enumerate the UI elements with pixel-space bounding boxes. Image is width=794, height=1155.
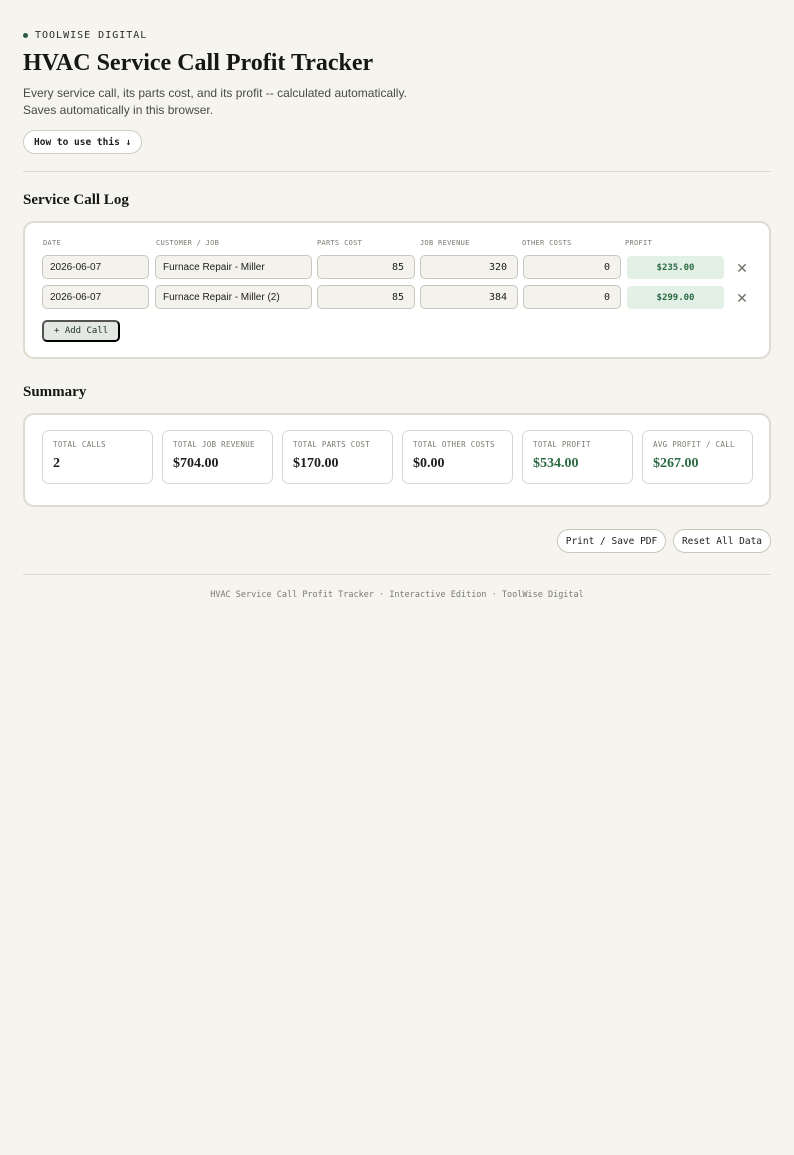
footer-divider xyxy=(23,574,771,575)
stat-label: TOTAL PARTS COST xyxy=(293,440,371,449)
stat-total-profit: TOTAL PROFIT $534.00 xyxy=(522,430,633,484)
stat-label: AVG PROFIT / CALL xyxy=(653,440,735,449)
stat-value: 2 xyxy=(53,456,60,471)
other-costs-input[interactable]: 0 xyxy=(523,285,621,309)
stat-value: $534.00 xyxy=(533,456,579,471)
date-input[interactable]: 2026-06-07 xyxy=(42,285,149,309)
page-title: HVAC Service Call Profit Tracker xyxy=(23,50,374,76)
brand-name: TOOLWISE DIGITAL xyxy=(35,30,148,41)
stat-value: $170.00 xyxy=(293,456,339,471)
profit-value: $299.00 xyxy=(627,286,724,309)
remove-row-icon[interactable]: ✕ xyxy=(735,291,749,305)
column-header-other-costs: OTHER COSTS xyxy=(522,239,572,247)
stat-label: TOTAL CALLS xyxy=(53,440,106,449)
how-to-use-button[interactable]: How to use this ↓ xyxy=(23,130,143,154)
column-header-job-revenue: JOB REVENUE xyxy=(420,239,470,247)
footer-text: HVAC Service Call Profit Tracker · Inter… xyxy=(210,590,584,600)
other-costs-input[interactable]: 0 xyxy=(523,255,621,279)
summary-card: TOTAL CALLS 2 TOTAL JOB REVENUE $704.00 … xyxy=(23,413,771,507)
stat-avg-profit-per-call: AVG PROFIT / CALL $267.00 xyxy=(642,430,753,484)
stat-label: TOTAL PROFIT xyxy=(533,440,591,449)
column-header-profit: PROFIT xyxy=(625,239,653,247)
print-save-pdf-button[interactable]: Print / Save PDF xyxy=(557,529,666,553)
log-section-title: Service Call Log xyxy=(23,192,129,208)
header-divider xyxy=(23,171,771,172)
stat-value: $267.00 xyxy=(653,456,699,471)
brand-dot-icon xyxy=(23,33,28,38)
job-revenue-input[interactable]: 384 xyxy=(420,285,518,309)
stat-total-other-costs: TOTAL OTHER COSTS $0.00 xyxy=(402,430,513,484)
remove-row-icon[interactable]: ✕ xyxy=(735,261,749,275)
customer-job-input[interactable]: Furnace Repair - Miller xyxy=(155,255,312,279)
date-input[interactable]: 2026-06-07 xyxy=(42,255,149,279)
parts-cost-input[interactable]: 85 xyxy=(317,285,415,309)
reset-all-data-button[interactable]: Reset All Data xyxy=(673,529,771,553)
page-subtitle: Every service call, its parts cost, and … xyxy=(23,86,407,117)
stat-total-job-revenue: TOTAL JOB REVENUE $704.00 xyxy=(162,430,273,484)
stat-value: $0.00 xyxy=(413,456,445,471)
column-header-customer: CUSTOMER / JOB xyxy=(156,239,220,247)
summary-section-title: Summary xyxy=(23,384,87,400)
stat-total-parts-cost: TOTAL PARTS COST $170.00 xyxy=(282,430,393,484)
service-call-log-card: DATE CUSTOMER / JOB PARTS COST JOB REVEN… xyxy=(23,221,771,359)
stat-label: TOTAL JOB REVENUE xyxy=(173,440,255,449)
parts-cost-input[interactable]: 85 xyxy=(317,255,415,279)
column-header-date: DATE xyxy=(43,239,62,247)
stat-label: TOTAL OTHER COSTS xyxy=(413,440,495,449)
add-call-button[interactable]: + Add Call xyxy=(42,320,121,342)
brand: TOOLWISE DIGITAL xyxy=(23,30,147,41)
profit-value: $235.00 xyxy=(627,256,724,279)
stat-value: $704.00 xyxy=(173,456,219,471)
stat-total-calls: TOTAL CALLS 2 xyxy=(42,430,153,484)
job-revenue-input[interactable]: 320 xyxy=(420,255,518,279)
customer-job-input[interactable]: Furnace Repair - Miller (2) xyxy=(155,285,312,309)
column-header-parts-cost: PARTS COST xyxy=(317,239,363,247)
